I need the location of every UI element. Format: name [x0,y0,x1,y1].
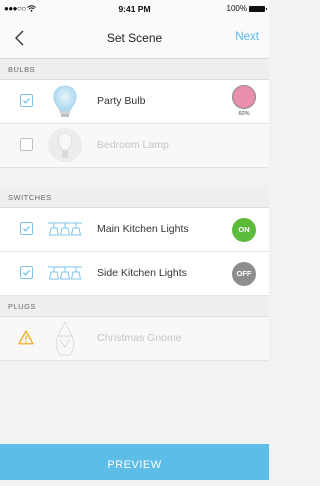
battery-icon [249,5,267,12]
warning-icon[interactable] [18,330,34,345]
checkbox-main-kitchen-lights[interactable] [20,222,33,235]
bulb-icon [53,85,77,117]
pendant-lights-icon [48,266,82,280]
checkmark-icon [23,225,31,232]
status-bar: ●●●○○ 9:41 PM 100% [0,0,269,18]
checkmark-icon [23,269,31,276]
list-item-main-kitchen-lights[interactable]: Main Kitchen Lights ON [0,208,269,252]
preview-button[interactable]: PREVIEW [0,444,269,480]
plug-name: Christmas Gnome [97,332,182,344]
list-item-bedroom-lamp[interactable]: Bedroom Lamp [0,124,269,168]
checkbox-side-kitchen-lights[interactable] [20,266,33,279]
checkbox-bedroom-lamp[interactable] [20,138,33,151]
gnome-icon [55,321,75,356]
lamp-icon [48,128,82,162]
page-title: Set Scene [106,31,163,45]
bulb-name: Bedroom Lamp [97,139,169,151]
checkmark-icon [23,97,31,104]
section-header-plugs: PLUGS [0,296,269,317]
list-item-party-bulb[interactable]: Party Bulb 60% [0,80,269,124]
battery-percent: 100% [226,4,247,13]
bulb-color-swatch[interactable] [232,85,256,109]
checkbox-party-bulb[interactable] [20,94,33,107]
battery-status: 100% [226,4,267,13]
list-item-christmas-gnome[interactable]: Christmas Gnome [0,317,269,361]
switch-state-toggle[interactable]: OFF [232,262,256,286]
bulb-name: Party Bulb [97,95,146,107]
navigation-bar: Set Scene Next [0,18,269,59]
list-item-side-kitchen-lights[interactable]: Side Kitchen Lights OFF [0,252,269,296]
section-header-switches: SWITCHES [0,187,269,208]
switch-name: Main Kitchen Lights [97,223,189,235]
pendant-lights-icon [48,222,82,236]
switch-state-toggle[interactable]: ON [232,218,256,242]
next-button[interactable]: Next [235,31,259,43]
bulb-brightness: 60% [238,111,250,117]
switch-name: Side Kitchen Lights [97,267,187,279]
section-header-bulbs: BULBS [0,59,269,80]
